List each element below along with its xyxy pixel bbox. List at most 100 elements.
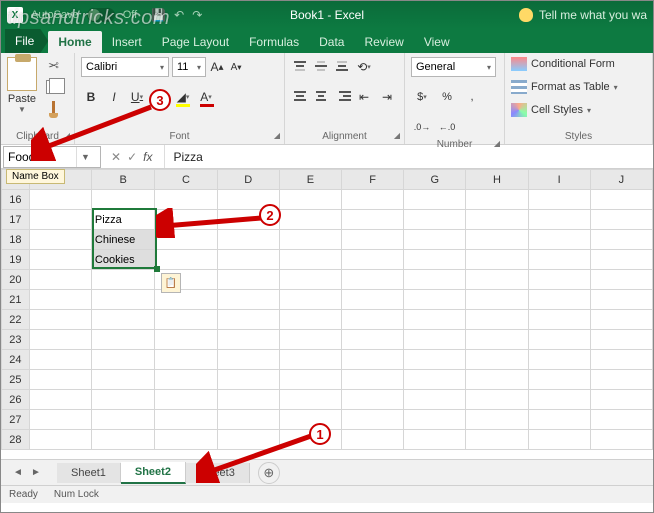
- cell[interactable]: [466, 270, 528, 290]
- cell[interactable]: [528, 250, 590, 270]
- cell[interactable]: [590, 350, 652, 370]
- decrease-indent-button[interactable]: ⇤: [354, 87, 374, 107]
- format-as-table-button[interactable]: Format as Table▾: [511, 80, 618, 94]
- cell[interactable]: [404, 410, 466, 430]
- row-header[interactable]: 24: [2, 350, 30, 370]
- cell[interactable]: [155, 390, 217, 410]
- cell[interactable]: [341, 290, 403, 310]
- orientation-button[interactable]: ⟲▾: [354, 57, 374, 77]
- cell[interactable]: [404, 330, 466, 350]
- cell[interactable]: [217, 390, 279, 410]
- align-right-button[interactable]: [333, 87, 351, 105]
- row-header[interactable]: 18: [2, 230, 30, 250]
- cell[interactable]: [466, 250, 528, 270]
- cell[interactable]: [590, 430, 652, 450]
- cell[interactable]: [279, 310, 341, 330]
- column-header[interactable]: J: [590, 170, 652, 190]
- cell[interactable]: [155, 370, 217, 390]
- cell[interactable]: [466, 330, 528, 350]
- font-size-select[interactable]: 11▾: [172, 57, 206, 77]
- font-name-select[interactable]: Calibri▾: [81, 57, 169, 77]
- cell[interactable]: [279, 210, 341, 230]
- font-color-button[interactable]: A▾: [196, 87, 216, 107]
- cell[interactable]: [590, 250, 652, 270]
- cell[interactable]: [29, 410, 91, 430]
- cell[interactable]: [590, 330, 652, 350]
- comma-format-button[interactable]: ,: [461, 87, 483, 107]
- redo-icon[interactable]: ↷: [192, 8, 202, 22]
- fill-handle[interactable]: [154, 266, 160, 272]
- dialog-launcher-icon[interactable]: ◢: [394, 131, 400, 140]
- undo-icon[interactable]: ↶: [174, 8, 184, 22]
- cell[interactable]: [341, 350, 403, 370]
- row-header[interactable]: 20: [2, 270, 30, 290]
- tab-home[interactable]: Home: [48, 31, 101, 53]
- cell[interactable]: Pizza: [91, 210, 154, 230]
- cell[interactable]: [404, 390, 466, 410]
- dialog-launcher-icon[interactable]: ◢: [274, 131, 280, 140]
- cell[interactable]: [29, 290, 91, 310]
- fill-color-button[interactable]: ◢▾: [173, 87, 193, 107]
- cell[interactable]: [279, 350, 341, 370]
- sheet-tab-sheet1[interactable]: Sheet1: [57, 463, 121, 483]
- tell-me-input[interactable]: Tell me what you wa: [539, 8, 647, 22]
- cell[interactable]: [404, 290, 466, 310]
- cell[interactable]: [404, 210, 466, 230]
- cell[interactable]: [466, 290, 528, 310]
- row-header[interactable]: 27: [2, 410, 30, 430]
- cell[interactable]: [528, 330, 590, 350]
- increase-decimal-button[interactable]: .0→: [411, 117, 433, 137]
- cell[interactable]: [279, 190, 341, 210]
- cell[interactable]: [466, 430, 528, 450]
- cell[interactable]: [341, 270, 403, 290]
- cell[interactable]: [466, 230, 528, 250]
- formula-bar[interactable]: Pizza: [164, 145, 653, 168]
- cell[interactable]: [466, 210, 528, 230]
- cell[interactable]: [217, 290, 279, 310]
- cell[interactable]: [528, 270, 590, 290]
- cell[interactable]: [279, 370, 341, 390]
- tab-page-layout[interactable]: Page Layout: [152, 31, 239, 53]
- increase-indent-button[interactable]: ⇥: [377, 87, 397, 107]
- tab-file[interactable]: File: [5, 29, 48, 53]
- copy-button[interactable]: [43, 78, 63, 96]
- cell[interactable]: [466, 310, 528, 330]
- cell[interactable]: [341, 370, 403, 390]
- cell[interactable]: [155, 190, 217, 210]
- cell[interactable]: [91, 350, 154, 370]
- cell[interactable]: [341, 330, 403, 350]
- cell[interactable]: Cookies: [91, 250, 154, 270]
- cell[interactable]: [528, 230, 590, 250]
- cell[interactable]: [404, 430, 466, 450]
- row-header[interactable]: 22: [2, 310, 30, 330]
- cell[interactable]: [29, 250, 91, 270]
- sheet-nav-prev[interactable]: ◄: [9, 464, 27, 482]
- tab-formulas[interactable]: Formulas: [239, 31, 309, 53]
- cell[interactable]: [590, 370, 652, 390]
- save-icon[interactable]: 💾: [151, 8, 166, 22]
- autosave-toggle[interactable]: [87, 8, 115, 22]
- decrease-decimal-button[interactable]: ←.0: [436, 117, 458, 137]
- cell[interactable]: [528, 370, 590, 390]
- cell[interactable]: [155, 250, 217, 270]
- cell[interactable]: [466, 370, 528, 390]
- cell[interactable]: [528, 290, 590, 310]
- cell[interactable]: [590, 270, 652, 290]
- cell[interactable]: [466, 350, 528, 370]
- row-header[interactable]: 25: [2, 370, 30, 390]
- cell[interactable]: [404, 250, 466, 270]
- align-left-button[interactable]: [291, 87, 309, 105]
- cell[interactable]: [155, 330, 217, 350]
- cell[interactable]: [466, 390, 528, 410]
- row-header[interactable]: 17: [2, 210, 30, 230]
- column-header[interactable]: F: [341, 170, 403, 190]
- cell[interactable]: [91, 390, 154, 410]
- cell[interactable]: [91, 410, 154, 430]
- cell[interactable]: [217, 270, 279, 290]
- cell[interactable]: Chinese: [91, 230, 154, 250]
- cell[interactable]: [91, 430, 154, 450]
- column-header[interactable]: H: [466, 170, 528, 190]
- cell[interactable]: [466, 410, 528, 430]
- cell[interactable]: [155, 350, 217, 370]
- cell[interactable]: [29, 330, 91, 350]
